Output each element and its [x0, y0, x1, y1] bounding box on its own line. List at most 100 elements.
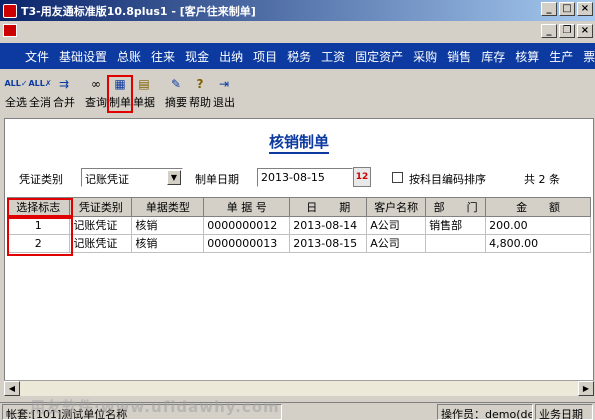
- maximize-button[interactable]: □: [559, 2, 575, 16]
- cell-document-no[interactable]: 0000000013: [203, 234, 291, 253]
- select-all-button[interactable]: ALL✓ 全选: [4, 76, 28, 112]
- window-controls: _ □ ×: [541, 2, 593, 16]
- sort-checkbox-label: 按科目编码排序: [409, 173, 486, 186]
- summary-label: 摘要: [165, 96, 187, 109]
- horizontal-scrollbar[interactable]: ◀ ▶: [4, 380, 594, 396]
- menu-project[interactable]: 项目: [248, 48, 282, 65]
- voucher-table: 选择标志 凭证类别 单据类型 单 据 号 日 期 客户名称 部 门 金 额 1 …: [7, 198, 591, 253]
- child-window-icon[interactable]: [3, 24, 17, 37]
- voucher-grid: 选择标志 凭证类别 单据类型 单 据 号 日 期 客户名称 部 门 金 额 1 …: [7, 197, 591, 379]
- date-value: 2013-08-15: [261, 171, 325, 184]
- toolbar: ALL✓ 全选 ALL✗ 全消 ⇉ 合并 ∞ 查询 ▦ 制单 ▤ 单据 ✎ 摘要: [0, 72, 595, 116]
- scroll-left-icon[interactable]: ◀: [4, 381, 20, 396]
- cell-voucher-type[interactable]: 记账凭证: [69, 234, 133, 253]
- cell-voucher-type[interactable]: 记账凭证: [69, 216, 133, 235]
- voucher-type-value: 记账凭证: [85, 173, 129, 186]
- dropdown-arrow-icon[interactable]: ▼: [167, 170, 181, 185]
- calendar-icon[interactable]: 12: [353, 167, 371, 187]
- menu-file[interactable]: 文件: [20, 48, 54, 65]
- menu-basic-settings[interactable]: 基础设置: [54, 48, 112, 65]
- document-button[interactable]: ▤ 单据: [132, 76, 156, 112]
- help-button[interactable]: ? 帮助: [188, 76, 212, 112]
- binoculars-icon: ∞: [91, 77, 101, 91]
- menu-bar: 文件 基础设置 总账 往来 现金 出纳 项目 税务 工资 固定资产 采购 销售 …: [0, 43, 595, 69]
- select-all-icon: ALL✓: [4, 79, 28, 88]
- col-amount[interactable]: 金 额: [485, 198, 591, 217]
- menu-purchase[interactable]: 采购: [408, 48, 442, 65]
- make-voucher-label: 制单: [109, 96, 131, 109]
- menu-fixed-assets[interactable]: 固定资产: [350, 48, 408, 65]
- summary-icon: ✎: [170, 77, 182, 91]
- col-document-no[interactable]: 单 据 号: [203, 198, 291, 217]
- merge-button[interactable]: ⇉ 合并: [52, 76, 76, 112]
- menu-bills[interactable]: 票据: [578, 48, 595, 65]
- merge-icon: ⇉: [58, 77, 70, 91]
- menu-production[interactable]: 生产: [544, 48, 578, 65]
- table-header-row: 选择标志 凭证类别 单据类型 单 据 号 日 期 客户名称 部 门 金 额: [7, 198, 591, 217]
- date-label: 制单日期: [195, 173, 239, 186]
- cell-date[interactable]: 2013-08-14: [289, 216, 368, 235]
- make-voucher-button[interactable]: ▦ 制单: [107, 75, 133, 113]
- cell-department[interactable]: 销售部: [425, 216, 487, 235]
- watermark: 用友软件·www.ufidawhy.com: [30, 398, 280, 416]
- cell-document-type[interactable]: 核销: [131, 234, 205, 253]
- menu-inventory[interactable]: 库存: [476, 48, 510, 65]
- col-date[interactable]: 日 期: [289, 198, 368, 217]
- date-input[interactable]: 2013-08-15: [257, 168, 353, 187]
- col-document-type[interactable]: 单据类型: [131, 198, 205, 217]
- menu-payroll[interactable]: 工资: [316, 48, 350, 65]
- exit-button[interactable]: ⇥ 退出: [212, 76, 236, 112]
- help-label: 帮助: [189, 96, 211, 109]
- cell-document-type[interactable]: 核销: [131, 216, 205, 235]
- menu-transactions[interactable]: 往来: [146, 48, 180, 65]
- voucher-type-select[interactable]: 记账凭证 ▼: [81, 168, 183, 187]
- mdi-bar: _ ❐ ×: [0, 21, 595, 41]
- child-close-button[interactable]: ×: [577, 24, 593, 38]
- status-operator: 操作员：demo(de: [437, 404, 533, 420]
- col-department[interactable]: 部 门: [425, 198, 487, 217]
- document-icon: ▤: [138, 77, 150, 91]
- close-button[interactable]: ×: [577, 2, 593, 16]
- table-row[interactable]: 1 记账凭证 核销 0000000012 2013-08-14 A公司 销售部 …: [7, 216, 591, 235]
- deselect-all-icon: ALL✗: [28, 79, 52, 88]
- menu-accounting[interactable]: 核算: [510, 48, 544, 65]
- form-header-row: 凭证类别 记账凭证 ▼ 制单日期 2013-08-15 12 按科目编码排序 共…: [5, 167, 593, 189]
- query-button[interactable]: ∞ 查询: [84, 76, 108, 112]
- help-icon: ?: [196, 77, 204, 91]
- scroll-right-icon[interactable]: ▶: [578, 381, 594, 396]
- cell-document-no[interactable]: 0000000012: [203, 216, 291, 235]
- status-business-date: 业务日期: [535, 404, 593, 420]
- menu-cashier[interactable]: 出纳: [214, 48, 248, 65]
- cell-department[interactable]: [425, 234, 487, 253]
- child-restore-button[interactable]: ❐: [559, 24, 575, 38]
- main-panel: 核销制单 凭证类别 记账凭证 ▼ 制单日期 2013-08-15 12 按科目编…: [4, 118, 594, 396]
- minimize-button[interactable]: _: [541, 2, 557, 16]
- cell-select-flag[interactable]: 1: [7, 216, 71, 235]
- voucher-type-label: 凭证类别: [19, 173, 63, 186]
- table-row[interactable]: 2 记账凭证 核销 0000000013 2013-08-15 A公司 4,80…: [7, 234, 591, 253]
- cell-amount[interactable]: 200.00: [485, 216, 591, 235]
- col-customer[interactable]: 客户名称: [366, 198, 427, 217]
- query-label: 查询: [85, 96, 107, 109]
- cell-customer[interactable]: A公司: [366, 216, 427, 235]
- summary-button[interactable]: ✎ 摘要: [164, 76, 188, 112]
- menu-cash[interactable]: 现金: [180, 48, 214, 65]
- cell-customer[interactable]: A公司: [366, 234, 427, 253]
- cell-date[interactable]: 2013-08-15: [289, 234, 368, 253]
- voucher-icon: ▦: [114, 77, 126, 91]
- merge-label: 合并: [53, 96, 75, 109]
- child-minimize-button[interactable]: _: [541, 24, 557, 38]
- cell-select-flag[interactable]: 2: [7, 234, 71, 253]
- sort-by-code-checkbox[interactable]: [392, 172, 403, 183]
- deselect-all-button[interactable]: ALL✗ 全消: [28, 76, 52, 112]
- menu-ledger[interactable]: 总账: [112, 48, 146, 65]
- window-title: T3-用友通标准版10.8plus1 - [客户往来制单]: [21, 4, 256, 18]
- form-title: 核销制单: [5, 131, 593, 154]
- cell-amount[interactable]: 4,800.00: [485, 234, 591, 253]
- col-select-flag[interactable]: 选择标志: [7, 198, 71, 217]
- menu-sales[interactable]: 销售: [442, 48, 476, 65]
- exit-label: 退出: [213, 96, 235, 109]
- col-voucher-type[interactable]: 凭证类别: [69, 198, 133, 217]
- title-bar: T3-用友通标准版10.8plus1 - [客户往来制单] _ □ ×: [0, 0, 595, 21]
- menu-tax[interactable]: 税务: [282, 48, 316, 65]
